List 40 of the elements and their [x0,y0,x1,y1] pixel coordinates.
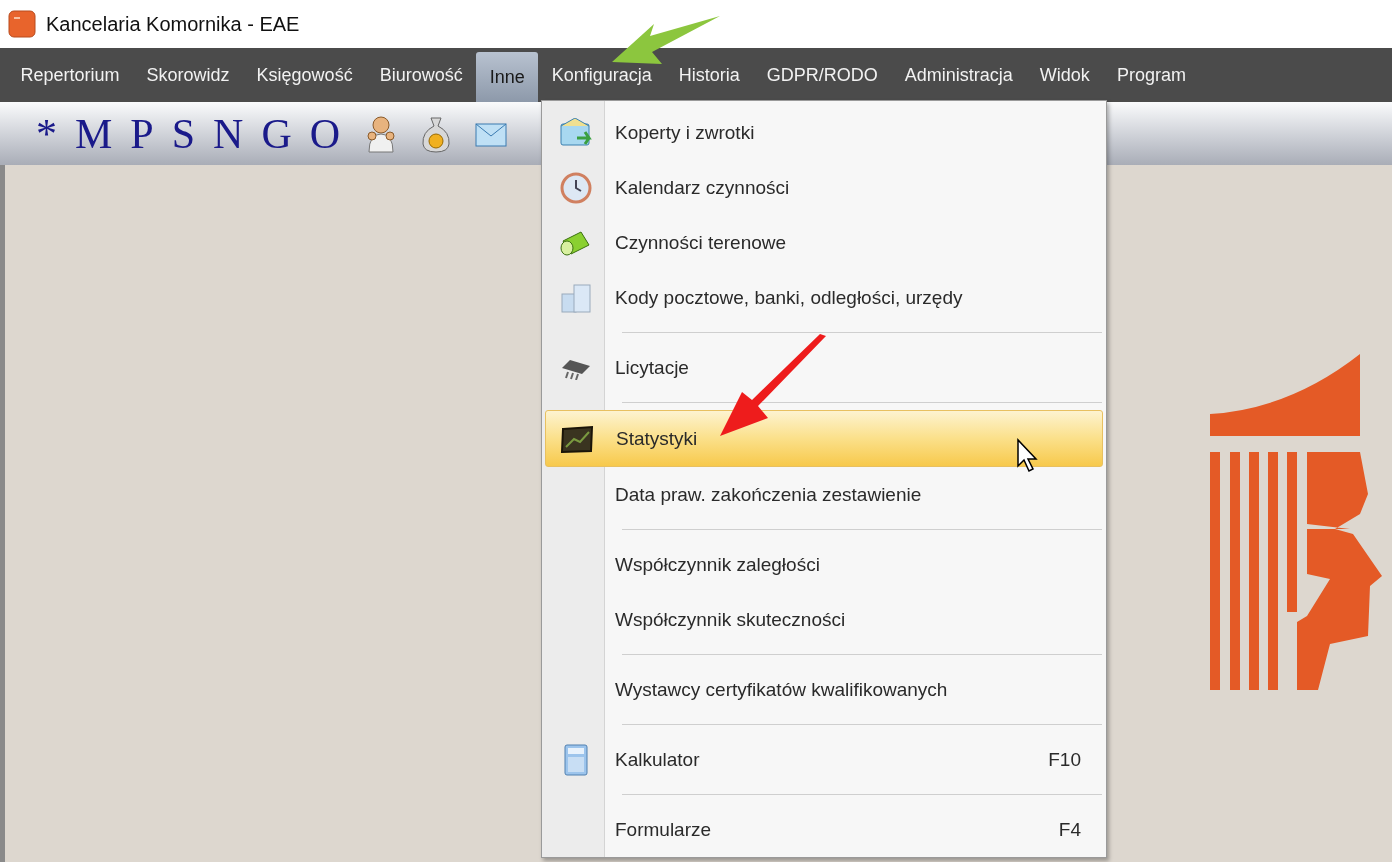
shortcut-label: F4 [1058,818,1082,841]
window-title: Kancelaria Komornika - EAE [46,12,300,36]
envelope-icon [559,117,593,148]
toolbar-letter-button[interactable]: N [211,112,246,155]
calculator-icon [564,743,588,776]
menu-item[interactable]: Kody pocztowe, banki, odległości, urzędy [545,270,1103,325]
menu-bar-item[interactable]: Konfiguracja [538,48,666,102]
chart-icon [560,424,594,453]
toolbar-letter-button[interactable]: M [73,112,115,155]
menu-bar-item[interactable]: Widok [1026,48,1104,102]
menu-bar-item[interactable]: Skorowidz [133,48,244,102]
shortcut-label: F10 [1048,748,1082,771]
toolbar-letter-button[interactable]: P [128,112,156,155]
menu-item[interactable]: Współczynnik skuteczności [545,592,1103,647]
menu-item[interactable]: Licytacje [545,340,1103,395]
menu-bar-item[interactable]: Inne [476,52,539,102]
menu-item[interactable]: Kalendarz czynności [545,160,1103,215]
mouse-pointer-icon [1016,438,1040,474]
menu-bar-item[interactable]: Administracja [891,48,1027,102]
menu-item[interactable]: Kalkulator F10 [545,732,1103,787]
menu-bar-item[interactable]: Historia [665,48,754,102]
menu-bar-item[interactable]: Repertorium [7,48,134,102]
app-icon [8,10,36,38]
toolbar-letter-button[interactable]: * [34,112,59,155]
menu-bar-item[interactable]: Księgowość [243,48,367,102]
menu-item[interactable]: Formularze F4 [545,802,1103,857]
menu-item[interactable]: Czynności terenowe [545,215,1103,270]
menu-bar-item[interactable]: Program [1103,48,1200,102]
toolbar-letter-button[interactable]: G [259,112,294,155]
clock-icon [560,171,592,204]
menu-item[interactable]: Koperty i zwrotki [545,105,1103,160]
menu-item[interactable]: Statystyki [545,410,1103,467]
toolbar-letter-button[interactable]: O [307,112,343,155]
toolbar-letter-button[interactable]: S [169,112,198,155]
menu-item[interactable]: Współczynnik zaległości [545,537,1103,592]
menu-item[interactable]: Wystawcy certyfikatów kwalifikowanych [545,662,1103,717]
menu-item[interactable]: Data praw. zakończenia zestawienie [545,467,1103,522]
menu-bar-item[interactable]: GDPR/RODO [753,48,892,102]
menu-bar-item[interactable]: Biurowość [366,48,477,102]
buildings-icon [560,281,592,314]
